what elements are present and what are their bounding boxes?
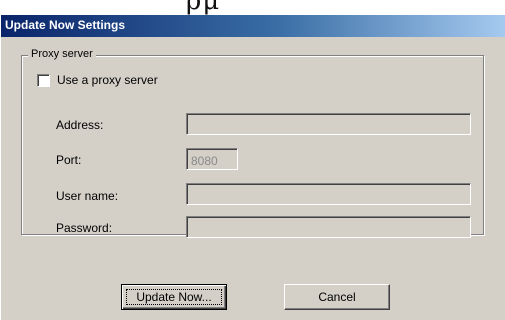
use-proxy-label[interactable]: Use a proxy server [57,73,158,87]
port-label: Port: [56,153,82,167]
proxy-server-group-label: Proxy server [28,48,96,60]
title-bar[interactable]: Update Now Settings [1,15,505,37]
window-title: Update Now Settings [5,18,126,32]
cancel-button[interactable]: Cancel [284,284,390,310]
password-label: Password: [56,221,113,235]
password-field[interactable] [186,216,471,238]
update-now-button[interactable]: Update Now... [121,284,227,310]
address-field[interactable] [186,113,471,135]
focus-ring [126,289,222,305]
background-page-strip: ρμ [0,0,505,15]
address-label: Address: [56,118,104,132]
username-field[interactable] [186,183,471,205]
use-proxy-checkbox[interactable] [37,74,50,87]
background-text-fragment: ρμ [186,0,221,15]
username-label: User name: [56,189,119,203]
port-field[interactable] [186,148,238,170]
cancel-button-label: Cancel [318,290,356,304]
